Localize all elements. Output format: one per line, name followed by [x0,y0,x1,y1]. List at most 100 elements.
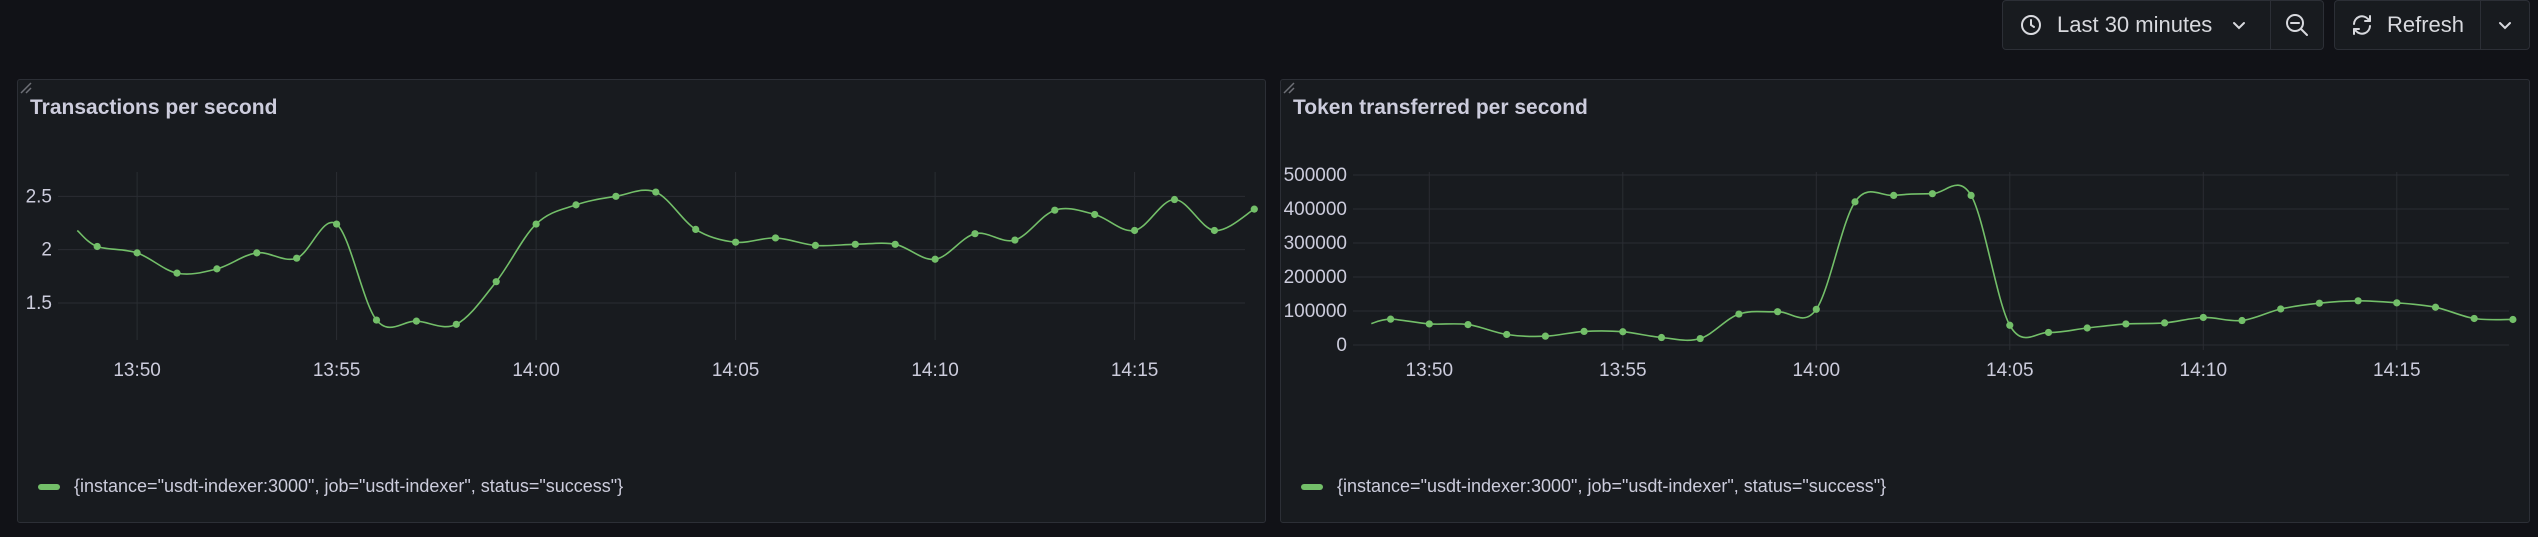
x-tick-label: 14:15 [2373,360,2421,381]
time-range-label: Last 30 minutes [2057,12,2213,37]
y-tick-label: 1.5 [26,293,52,314]
data-point[interactable] [851,240,859,248]
refresh-button[interactable]: Refresh [2335,1,2480,49]
data-point[interactable] [1503,330,1511,339]
data-point[interactable] [213,265,221,273]
data-point[interactable] [1657,333,1666,342]
data-point[interactable] [2238,316,2246,325]
x-tick-label: 14:05 [712,360,760,381]
series-line[interactable] [76,189,1255,329]
data-point[interactable] [2044,328,2053,337]
legend-item[interactable]: {instance="usdt-indexer:3000", job="usdt… [1301,476,1886,497]
data-point[interactable] [2354,297,2362,305]
y-tick-label: 400000 [1284,199,1347,220]
data-point[interactable] [1011,236,1019,244]
x-tick-label: 14:00 [512,360,560,381]
data-point[interactable] [173,269,181,277]
data-point[interactable] [771,234,780,242]
data-point[interactable] [1812,305,1820,313]
data-point[interactable] [492,278,500,286]
data-point[interactable] [532,220,540,228]
zoom-out-icon [2286,14,2309,36]
legend-label: {instance="usdt-indexer:3000", job="usdt… [1337,476,1887,496]
panel-transactions-per-second[interactable]: Transactions per second 1.5 2 2.5 13:50 13:5… [17,79,1266,523]
y-tick-label: 2.5 [26,186,52,207]
data-point[interactable] [1851,198,1859,206]
x-tick-label: 14:15 [1111,360,1159,381]
refresh-picker-group: Refresh [2334,0,2530,50]
x-tick-label: 13:50 [1406,360,1454,381]
data-point[interactable] [1387,315,1395,323]
series-line[interactable] [1371,184,2513,342]
resize-handle-icon[interactable] [1281,80,1295,94]
chevron-down-icon [2233,22,2246,30]
data-point[interactable] [732,238,740,246]
y-tick-label: 0 [1336,335,1347,356]
data-point[interactable] [811,241,820,249]
data-point[interactable] [1967,191,1975,199]
data-point[interactable] [2470,314,2478,323]
data-point[interactable] [372,316,381,324]
data-point[interactable] [2161,319,2169,327]
y-tick-label: 500000 [1284,165,1347,186]
data-point[interactable] [452,320,460,328]
dashboard-toolbar: Last 30 minutes Refresh [0,0,2538,52]
data-point[interactable] [1051,206,1059,214]
data-point[interactable] [1425,320,1433,328]
x-tick-label: 14:00 [1793,360,1841,381]
x-tick-label: 13:55 [1599,360,1647,381]
data-point[interactable] [2277,305,2285,313]
legend-item[interactable]: {instance="usdt-indexer:3000", job="usdt… [38,476,623,497]
data-point[interactable] [1541,332,1549,340]
data-point[interactable] [133,249,141,257]
resize-handle-icon[interactable] [18,80,32,94]
data-point[interactable] [1091,210,1099,219]
x-tick-label: 13:50 [113,360,161,381]
time-range-picker-group: Last 30 minutes [2002,0,2324,50]
y-tick-label: 300000 [1284,233,1347,254]
data-point[interactable] [1464,321,1472,329]
legend-swatch [38,483,60,490]
x-tick-label: 14:05 [1986,360,2034,381]
data-point[interactable] [1210,226,1218,235]
refresh-interval-dropdown[interactable] [2481,1,2529,49]
data-point[interactable] [2393,299,2401,307]
token-transferred-chart[interactable]: 0 100000 200000 300000 400000 500000 13:50 13:5… [1281,80,2531,524]
data-point[interactable] [93,242,101,251]
data-point[interactable] [1774,308,1782,316]
data-point[interactable] [1928,190,1936,198]
transactions-chart[interactable]: 1.5 2 2.5 13:50 13:55 14:00 14:05 14:10 14:15 [18,80,1267,524]
data-point[interactable] [612,192,620,200]
data-point[interactable] [333,220,341,228]
data-point[interactable] [2431,303,2440,311]
data-point[interactable] [1170,195,1179,204]
legend-label: {instance="usdt-indexer:3000", job="usdt… [74,476,624,496]
data-point[interactable] [293,254,301,262]
data-point[interactable] [652,188,660,196]
panel-token-transferred-per-second[interactable]: Token transferred per second 0 100000 2000… [1280,79,2530,523]
data-point[interactable] [1890,191,1898,199]
data-point[interactable] [2006,321,2014,329]
data-point[interactable] [1580,327,1588,335]
data-point[interactable] [2199,313,2207,322]
data-point[interactable] [891,240,899,248]
time-range-picker[interactable]: Last 30 minutes [2003,1,2270,49]
data-point[interactable] [971,230,979,238]
x-tick-label: 14:10 [911,360,959,381]
clock-icon [2021,15,2041,35]
data-point[interactable] [1619,328,1627,336]
data-point[interactable] [2122,320,2130,328]
data-point[interactable] [572,201,580,209]
data-point[interactable] [253,249,261,257]
data-point[interactable] [412,317,420,325]
data-point[interactable] [931,255,939,263]
data-point[interactable] [2509,315,2517,324]
data-point[interactable] [1735,310,1743,318]
data-point[interactable] [692,225,700,233]
data-point[interactable] [2315,299,2323,307]
data-point[interactable] [1131,226,1139,235]
data-point[interactable] [1250,205,1258,213]
zoom-out-button[interactable] [2271,1,2323,49]
data-point[interactable] [2083,324,2091,332]
data-point[interactable] [1696,334,1704,343]
